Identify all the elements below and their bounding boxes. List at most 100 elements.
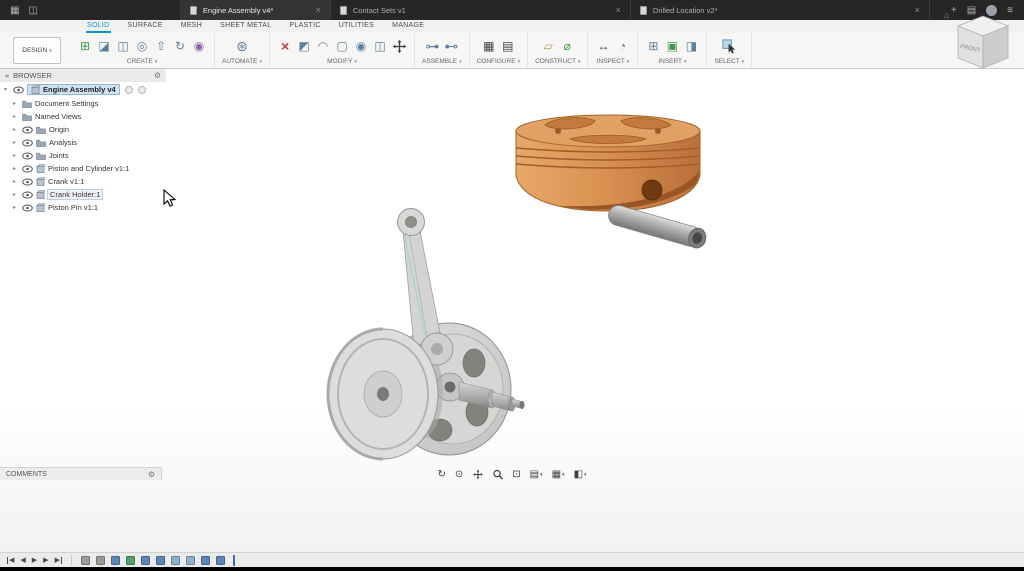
expand-arrow-icon[interactable]: ▸ (13, 126, 19, 133)
viewcube-cube[interactable]: FRONT (944, 8, 1016, 78)
section-analysis-icon[interactable]: ◔ (614, 38, 630, 55)
orbit-icon[interactable]: ↻ (437, 469, 445, 480)
combine-icon[interactable]: ◉ (353, 38, 369, 55)
press-pull-icon[interactable]: ◩ (296, 38, 312, 55)
browser-item-label[interactable]: Joints (49, 151, 69, 160)
insert-mesh-icon[interactable]: ◨ (683, 38, 699, 55)
browser-row-piston-pin[interactable]: ▸ Piston Pin v1:1 (0, 201, 166, 214)
timeline-feature[interactable] (216, 556, 225, 565)
crank-assembly[interactable] (328, 209, 525, 460)
joint-icon[interactable]: ⊶ (424, 38, 440, 55)
browser-row-crank[interactable]: ▸ Crank v1:1 (0, 175, 166, 188)
viewcube[interactable]: ⌂ FRONT (944, 8, 1016, 78)
browser-row-joints[interactable]: ▸ Joints (0, 149, 166, 162)
measure-icon[interactable]: ↔ (595, 38, 611, 55)
delete-icon[interactable]: × (277, 38, 293, 55)
expand-arrow-icon[interactable]: ▸ (13, 113, 19, 120)
expand-arrow-icon[interactable]: ▸ (13, 152, 19, 159)
expand-arrow-icon[interactable]: ▸ (13, 191, 19, 198)
insert-derive-icon[interactable]: ⊞ (645, 38, 661, 55)
new-component-icon[interactable]: ⊞ (77, 38, 93, 55)
select-menu[interactable]: SELECT▾ (714, 58, 744, 65)
gear-icon[interactable]: ⚙ (148, 470, 155, 479)
browser-item-label[interactable]: Crank v1:1 (48, 177, 84, 186)
piston-pin[interactable] (606, 203, 708, 250)
automate-icon[interactable]: ⊛ (234, 38, 250, 55)
tab-plastic[interactable]: PLASTIC (288, 20, 321, 33)
axis-icon[interactable]: ⌀ (559, 38, 575, 55)
create-sketch-icon[interactable]: ◪ (96, 38, 112, 55)
grid-settings-icon[interactable]: ▦▾ (552, 469, 565, 480)
timeline-feature[interactable] (186, 556, 195, 565)
tab-mesh[interactable]: MESH (180, 20, 203, 33)
timeline-feature[interactable] (126, 556, 135, 565)
component-color-badge[interactable] (138, 86, 146, 94)
visibility-eye-icon[interactable] (22, 139, 33, 147)
browser-item-label[interactable]: Piston Pin v1:1 (48, 203, 98, 212)
timeline-feature[interactable] (201, 556, 210, 565)
look-at-icon[interactable]: ⊙ (455, 469, 463, 480)
plane-icon[interactable]: ▱ (540, 38, 556, 55)
visibility-eye-icon[interactable] (22, 204, 33, 212)
expand-arrow-icon[interactable]: ▾ (4, 86, 10, 93)
close-tab-icon[interactable]: × (616, 5, 621, 15)
browser-row-piston-and-cylinder[interactable]: ▸ Piston and Cylinder v1:1 (0, 162, 166, 175)
browser-item-label[interactable]: Analysis (49, 138, 77, 147)
modify-menu[interactable]: MODIFY▾ (327, 58, 357, 65)
tab-utilities[interactable]: UTILITIES (338, 20, 375, 33)
step-forward-icon[interactable]: ▶ (43, 557, 48, 564)
timeline-feature[interactable] (156, 556, 165, 565)
visibility-eye-icon[interactable] (22, 126, 33, 134)
browser-root-row[interactable]: ▾ Engine Assembly v4 (0, 82, 166, 97)
configuration-icon[interactable]: ▦ (481, 38, 497, 55)
shell-icon[interactable]: ▢ (334, 38, 350, 55)
browser-row-origin[interactable]: ▸ Origin (0, 123, 166, 136)
document-tab-label[interactable]: Contact Sets v1 (353, 6, 406, 15)
design-dropdown[interactable]: DESIGN ▾ (13, 37, 61, 64)
expand-arrow-icon[interactable]: ▸ (13, 204, 19, 211)
move-copy-icon[interactable] (391, 38, 407, 55)
viewports-icon[interactable]: ◧▾ (574, 469, 587, 480)
revolve-icon[interactable]: ↻ (172, 38, 188, 55)
visibility-eye-icon[interactable] (13, 86, 24, 94)
display-settings-icon[interactable]: ▤▾ (530, 469, 543, 480)
as-built-joint-icon[interactable]: ⊷ (443, 38, 459, 55)
fit-icon[interactable]: ⊡ (512, 469, 520, 480)
play-icon[interactable]: ▶ (32, 557, 37, 564)
expand-arrow-icon[interactable]: ▸ (13, 100, 19, 107)
configuration-table-icon[interactable]: ▤ (500, 38, 516, 55)
configure-menu[interactable]: CONFIGURE▾ (477, 58, 521, 65)
tab-solid[interactable]: SOLID (86, 20, 111, 33)
expand-arrow-icon[interactable]: ▸ (13, 178, 19, 185)
browser-item-label[interactable]: Document Settings (35, 99, 98, 108)
close-tab-icon[interactable]: × (915, 5, 920, 15)
browser-row-analysis[interactable]: ▸ Analysis (0, 136, 166, 149)
timeline-feature[interactable] (111, 556, 120, 565)
skip-end-icon[interactable]: ▶ (55, 557, 62, 564)
capture-position-badge[interactable] (125, 86, 133, 94)
browser-item-label[interactable]: Crank Holder:1 (48, 190, 102, 199)
expand-arrow-icon[interactable]: ▸ (13, 165, 19, 172)
document-tab-drilled-location[interactable]: Drilled Location v2* × (630, 0, 930, 20)
extrude-icon[interactable]: ⇧ (153, 38, 169, 55)
form-icon[interactable]: ◉ (191, 38, 207, 55)
root-component-label[interactable]: Engine Assembly v4 (27, 84, 120, 95)
decal-icon[interactable]: ▣ (664, 38, 680, 55)
comments-panel[interactable]: COMMENTS ⚙ (0, 467, 162, 480)
select-icon[interactable] (721, 38, 737, 55)
visibility-eye-icon[interactable] (22, 191, 33, 199)
piston-body[interactable] (516, 115, 700, 211)
box-icon[interactable]: ◫ (115, 38, 131, 55)
browser-item-label[interactable]: Piston and Cylinder v1:1 (48, 164, 129, 173)
close-tab-icon[interactable]: × (316, 5, 321, 15)
browser-row-document-settings[interactable]: ▸ Document Settings (0, 97, 166, 110)
create-menu[interactable]: CREATE▾ (127, 58, 157, 65)
tab-sheet-metal[interactable]: SHEET METAL (219, 20, 272, 33)
automate-menu[interactable]: AUTOMATE▾ (222, 58, 262, 65)
tab-surface[interactable]: SURFACE (127, 20, 164, 33)
timeline-feature[interactable] (81, 556, 90, 565)
timeline-position-marker[interactable] (233, 555, 235, 566)
visibility-eye-icon[interactable] (22, 165, 33, 173)
assemble-menu[interactable]: ASSEMBLE▾ (422, 58, 462, 65)
zoom-icon[interactable] (492, 469, 503, 480)
